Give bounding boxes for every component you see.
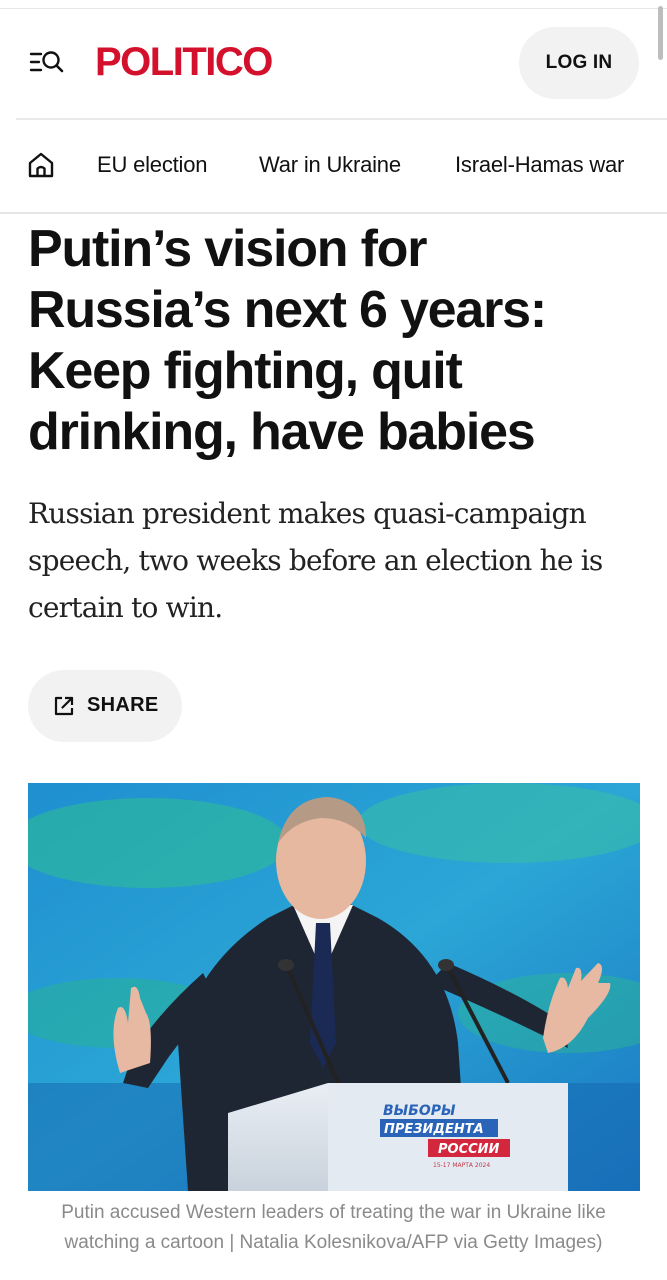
- dek-line: Russian president makes quasi-campaign: [28, 497, 587, 530]
- caption-line: Putin accused Western leaders of treatin…: [61, 1202, 606, 1223]
- login-button[interactable]: LOG IN: [519, 27, 639, 99]
- photo-caption: Putin accused Western leaders of treatin…: [20, 1198, 647, 1258]
- home-icon[interactable]: [26, 150, 56, 180]
- topic-nav: EU election War in Ukraine Israel-Hamas …: [0, 120, 667, 212]
- site-header: POLITICO LOG IN: [0, 10, 667, 118]
- menu-search-icon[interactable]: [28, 48, 68, 76]
- nav-item-eu-election[interactable]: EU election: [97, 152, 208, 178]
- share-button[interactable]: SHARE: [28, 670, 182, 742]
- headline-line: Keep fighting, quit: [28, 342, 463, 400]
- dek-line: speech, two weeks before an election he …: [28, 544, 603, 577]
- nav-item-israel-hamas-war[interactable]: Israel-Hamas war: [455, 152, 624, 178]
- podium-text: ВЫБОРЫ: [383, 1103, 456, 1119]
- article-headline: Putin’s vision for Russia’s next 6 years…: [28, 219, 648, 463]
- top-divider: [0, 8, 667, 9]
- podium-text: 15-17 МАРТА 2024: [433, 1162, 490, 1169]
- politico-logo[interactable]: POLITICO: [95, 40, 273, 84]
- external-link-icon: [52, 694, 76, 718]
- headline-line: drinking, have babies: [28, 403, 536, 461]
- nav-divider: [0, 212, 667, 214]
- nav-item-war-in-ukraine[interactable]: War in Ukraine: [259, 152, 401, 178]
- caption-line: watching a cartoon | Natalia Kolesnikova…: [64, 1232, 603, 1253]
- dek-line: certain to win.: [28, 591, 223, 624]
- share-label: SHARE: [87, 694, 159, 716]
- podium-text: РОССИИ: [438, 1142, 500, 1157]
- podium-text: ПРЕЗИДЕНТА: [384, 1122, 484, 1137]
- article-dek: Russian president makes quasi-campaign s…: [28, 490, 608, 631]
- headline-line: Putin’s vision for: [28, 220, 427, 278]
- headline-line: Russia’s next 6 years:: [28, 281, 547, 339]
- article-photo: ВЫБОРЫ ПРЕЗИДЕНТА РОССИИ 15-17 МАРТА 202…: [28, 783, 640, 1191]
